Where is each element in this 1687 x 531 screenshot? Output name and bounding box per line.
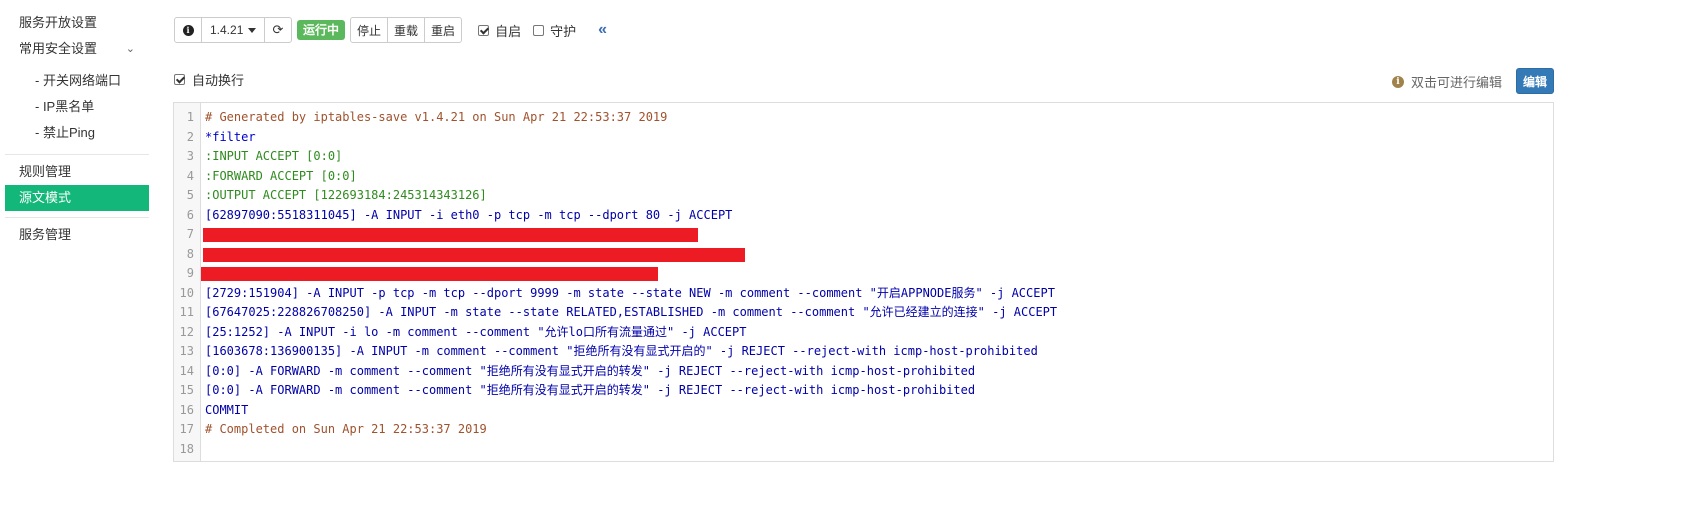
code-line: 10 [2729:151904] -A INPUT -p tcp -m tcp -… bbox=[174, 284, 1553, 304]
code-text: :INPUT ACCEPT [0:0] bbox=[205, 149, 343, 163]
stop-button[interactable]: 停止 bbox=[350, 17, 389, 43]
info-icon: i bbox=[1391, 75, 1404, 88]
code-line: 11 [67647025:228826708250] -A INPUT -m st… bbox=[174, 303, 1553, 323]
version-select[interactable]: 1.4.21 bbox=[201, 17, 265, 43]
line-number: 3 bbox=[186, 149, 194, 163]
line-number: 18 bbox=[179, 441, 194, 456]
code-text: COMMIT bbox=[205, 402, 249, 417]
security-submenu: - 开关网络端口 - IP黑名单 - 禁止Ping bbox=[5, 62, 149, 152]
edit-button[interactable]: 编辑 bbox=[1516, 68, 1554, 94]
code-line: 18 bbox=[174, 440, 1553, 460]
code-text: [62897090:5518311045] -A INPUT -i eth0 -… bbox=[205, 207, 733, 222]
code-text: :OUTPUT ACCEPT [122693184:245314343126] bbox=[205, 188, 487, 202]
refresh-icon: ⟳ bbox=[272, 22, 284, 37]
refresh-button[interactable]: ⟳ bbox=[264, 17, 292, 43]
code-text: [67647025:228826708250] -A INPUT -m stat… bbox=[205, 305, 1058, 319]
code-line: 2 *filter bbox=[174, 128, 1553, 148]
code-text: [25:1252] -A INPUT -i lo -m comment --co… bbox=[205, 324, 747, 339]
line-number: 17 bbox=[179, 422, 194, 436]
checkbox-checked[interactable] bbox=[478, 24, 490, 36]
sidebar-item-source-mode[interactable]: 源文模式 bbox=[5, 185, 149, 211]
code-line: 16 COMMIT bbox=[174, 401, 1553, 421]
version-group: i 1.4.21 ⟳ bbox=[174, 17, 292, 43]
sidebar-item-security[interactable]: 常用安全设置 ⌄ bbox=[5, 36, 149, 62]
autostart-checkbox[interactable]: 自启 bbox=[478, 21, 521, 40]
redaction-bar bbox=[203, 228, 698, 242]
code-line: 17 # Completed on Sun Apr 21 22:53:37 201… bbox=[174, 420, 1553, 440]
line-number: 1 bbox=[186, 110, 194, 124]
redaction-bar bbox=[203, 247, 745, 262]
code-text: *filter bbox=[205, 129, 256, 144]
code-text: [2729:151904] -A INPUT -p tcp -m tcp --d… bbox=[205, 285, 1055, 300]
version-value: 1.4.21 bbox=[210, 23, 244, 37]
code-line: 4 :FORWARD ACCEPT [0:0] bbox=[174, 167, 1553, 187]
code-text: [0:0] -A FORWARD -m comment --comment "拒… bbox=[205, 363, 976, 378]
line-number: 7 bbox=[186, 227, 194, 241]
divider bbox=[5, 217, 149, 218]
autostart-label: 自启 bbox=[495, 23, 522, 39]
code-editor[interactable]: 1 # Generated by iptables-save v1.4.21 on… bbox=[173, 102, 1554, 462]
line-number: 2 bbox=[186, 129, 194, 144]
code-text: # Completed on Sun Apr 21 22:53:37 2019 bbox=[205, 422, 487, 436]
code-line: 8 bbox=[174, 245, 1553, 265]
restart-button[interactable]: 重启 bbox=[424, 17, 463, 43]
line-number: 14 bbox=[179, 363, 194, 378]
checkbox-checked[interactable] bbox=[174, 74, 185, 85]
line-number: 6 bbox=[186, 207, 194, 222]
code-line: 6 [62897090:5518311045] -A INPUT -i eth0 … bbox=[174, 206, 1553, 226]
line-number: 15 bbox=[179, 383, 194, 397]
sidebar-item-ports[interactable]: - 开关网络端口 bbox=[5, 68, 149, 94]
code-line: 7 bbox=[174, 225, 1553, 245]
code-line: 15 [0:0] -A FORWARD -m comment --comment … bbox=[174, 381, 1553, 401]
code-line: 13 [1603678:136900135] -A INPUT -m commen… bbox=[174, 342, 1553, 362]
toolbar: i 1.4.21 ⟳ 运行中 停止 重载 重启 自启 守护 « bbox=[174, 17, 607, 43]
autowrap-checkbox[interactable]: 自动换行 bbox=[174, 70, 244, 89]
line-number: 11 bbox=[179, 305, 194, 319]
guard-checkbox[interactable]: 守护 bbox=[533, 21, 576, 40]
code-text: [0:0] -A FORWARD -m comment --comment "拒… bbox=[205, 383, 976, 397]
sidebar-item-disable-ping[interactable]: - 禁止Ping bbox=[5, 120, 149, 146]
line-number: 8 bbox=[186, 246, 194, 261]
guard-label: 守护 bbox=[550, 23, 577, 39]
code-text: :FORWARD ACCEPT [0:0] bbox=[205, 168, 357, 183]
status-badge: 运行中 bbox=[297, 20, 346, 40]
hint-text: 双击可进行编辑 bbox=[1410, 75, 1502, 90]
code-lines: 1 # Generated by iptables-save v1.4.21 on… bbox=[174, 108, 1553, 459]
code-line: 9 bbox=[174, 264, 1553, 284]
autowrap-label: 自动换行 bbox=[192, 73, 245, 88]
line-number: 16 bbox=[179, 402, 194, 417]
line-number: 4 bbox=[186, 168, 194, 183]
caret-down-icon bbox=[248, 27, 256, 33]
line-number: 13 bbox=[179, 344, 194, 358]
chevron-down-icon: ⌄ bbox=[125, 43, 135, 55]
sidebar-item-service-manage[interactable]: 服务管理 bbox=[5, 222, 149, 248]
code-line: 14 [0:0] -A FORWARD -m comment --comment … bbox=[174, 362, 1553, 382]
line-number: 10 bbox=[179, 285, 194, 300]
chevron-double-left-icon[interactable]: « bbox=[598, 21, 607, 39]
sidebar: 服务开放设置 常用安全设置 ⌄ - 开关网络端口 - IP黑名单 - 禁止Pin… bbox=[5, 10, 149, 248]
code-text: # Generated by iptables-save v1.4.21 on … bbox=[205, 110, 668, 124]
code-line: 5 :OUTPUT ACCEPT [122693184:245314343126] bbox=[174, 186, 1553, 206]
divider bbox=[5, 154, 149, 155]
code-text: [1603678:136900135] -A INPUT -m comment … bbox=[205, 344, 1038, 358]
line-number: 9 bbox=[186, 266, 194, 280]
code-line: 12 [25:1252] -A INPUT -i lo -m comment --… bbox=[174, 323, 1553, 343]
code-line: 3 :INPUT ACCEPT [0:0] bbox=[174, 147, 1553, 167]
sidebar-item-label: 常用安全设置 bbox=[19, 41, 98, 56]
code-line: 1 # Generated by iptables-save v1.4.21 on… bbox=[174, 108, 1553, 128]
sidebar-item-ip-blacklist[interactable]: - IP黑名单 bbox=[5, 94, 149, 120]
line-number: 12 bbox=[179, 324, 194, 339]
checkbox-unchecked[interactable] bbox=[533, 24, 545, 36]
info-icon: i bbox=[182, 24, 194, 36]
service-control-group: 停止 重载 重启 bbox=[350, 17, 463, 43]
sidebar-item-service-open[interactable]: 服务开放设置 bbox=[5, 10, 149, 36]
edit-hint: i 双击可进行编辑 bbox=[1391, 72, 1502, 91]
line-number: 5 bbox=[186, 188, 194, 202]
info-button[interactable]: i bbox=[174, 17, 202, 43]
sidebar-item-rules[interactable]: 规则管理 bbox=[5, 159, 149, 185]
redaction-bar bbox=[201, 267, 658, 281]
reload-button[interactable]: 重载 bbox=[387, 17, 426, 43]
